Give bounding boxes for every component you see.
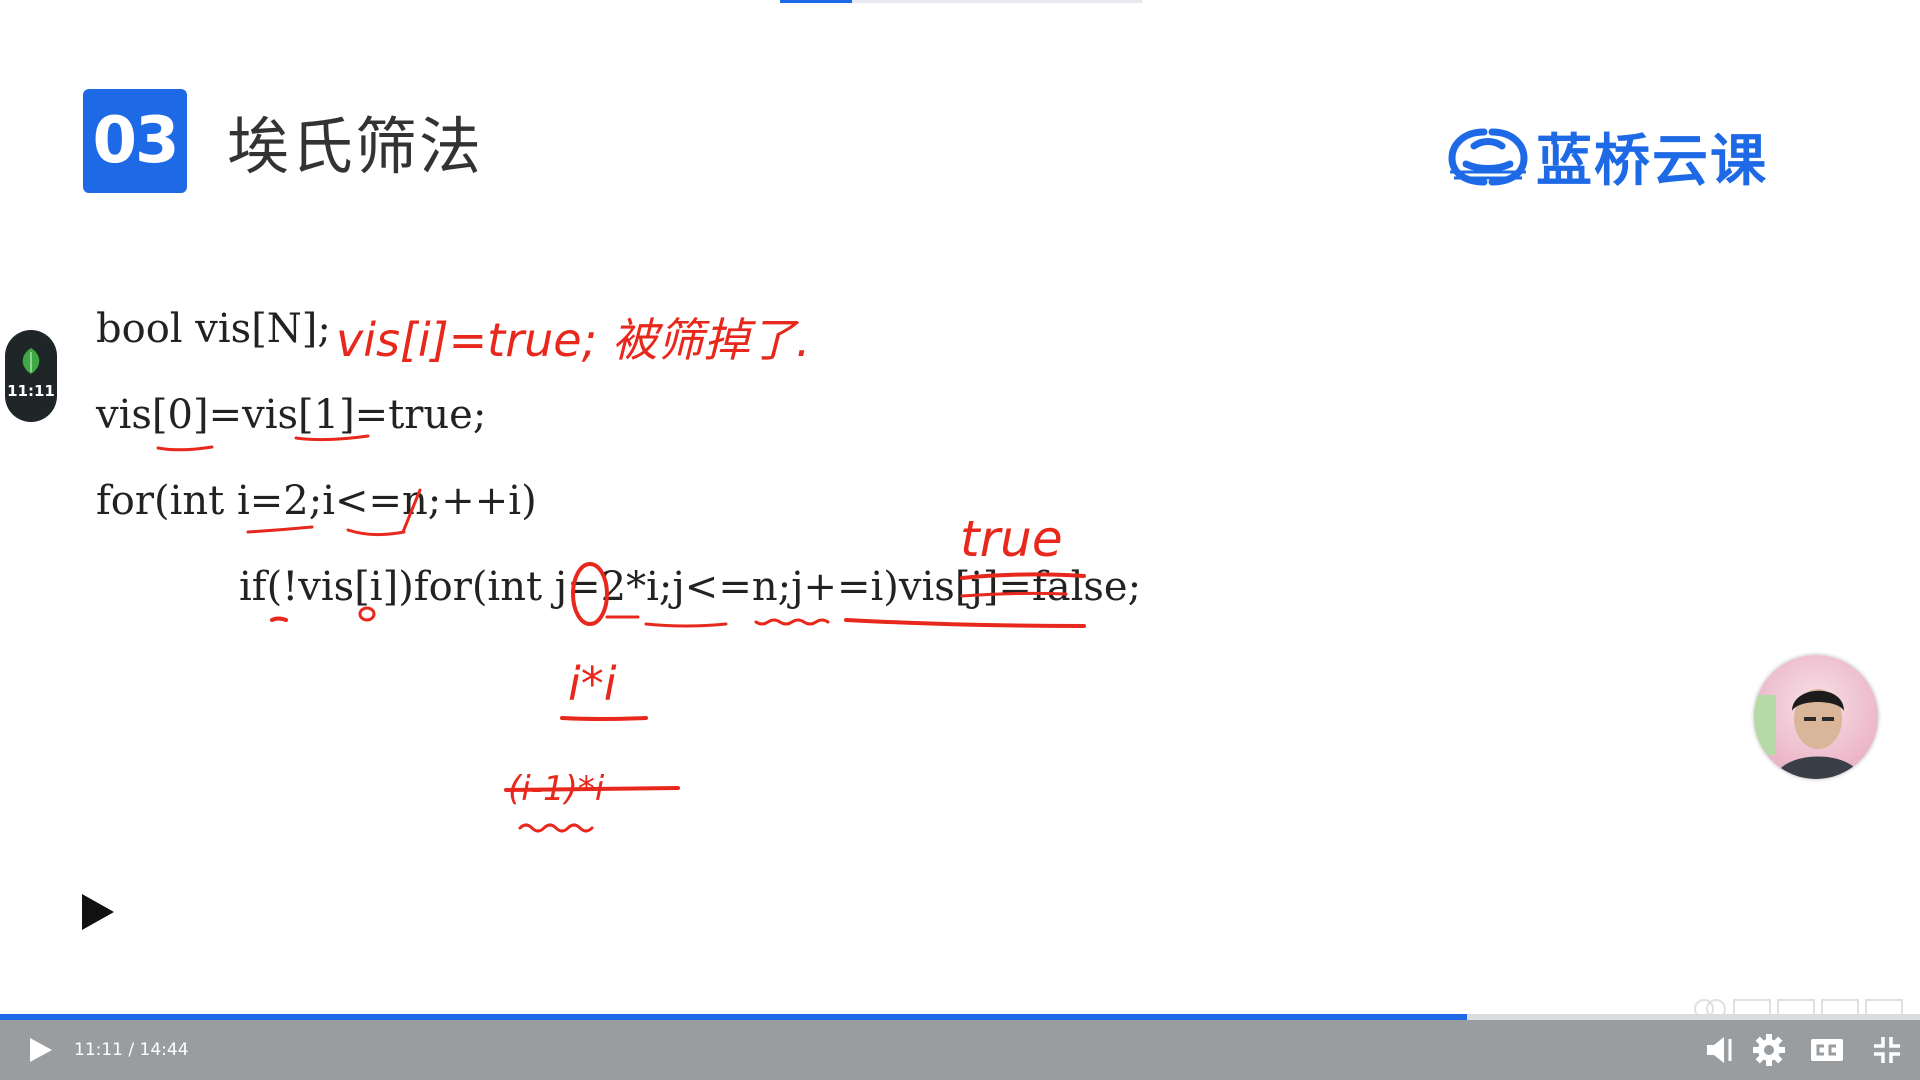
presenter-image [1754,655,1878,779]
slide-play-icon[interactable] [80,892,116,932]
play-icon[interactable] [26,1036,54,1064]
section-number-badge: 03 [83,89,187,193]
player-control-bar: 11:11 / 14:44 [0,1020,1920,1080]
underline-le-n [346,528,406,537]
underline-i-2 [246,525,314,534]
presenter-webcam [1754,655,1878,779]
wavy-j-plus-i [754,618,830,626]
underline-vis-j [844,618,1086,628]
underline-i-star-i [560,716,648,721]
annotation-note: vis[i]=true; 被筛掉了. [336,313,810,367]
annotation-crossed-hint: (i-1)*i [508,769,605,809]
strike-crossed-hint [504,786,680,792]
top-tab-indicator [780,0,1142,3]
code-line-4: if(!vis[i])for(int j=2*i;j<=n;j+=i)vis[j… [239,564,1142,610]
gear-icon[interactable] [1752,1033,1786,1067]
code-line-2: vis[0]=vis[1]=true; [96,392,487,438]
captions-icon[interactable] [1810,1033,1844,1067]
timer-label: 11:11 [7,382,55,400]
time-display: 11:11 / 14:44 [74,1040,189,1060]
leaf-icon [22,348,40,374]
code-line-1: bool vis[N]; [96,306,331,352]
mark-bang [270,616,288,622]
code-line-3: for(int i=2;i<=n;++i) [96,478,537,524]
brand-name: 蓝桥云课 [1536,128,1768,194]
underline-j-le-n [644,622,728,628]
volume-icon[interactable] [1704,1033,1738,1067]
wavy-crossed-hint [518,823,594,833]
slide-title: 埃氏筛法 [227,110,484,183]
exit-fullscreen-icon[interactable] [1870,1033,1904,1067]
annotation-replacement: true [960,510,1063,568]
underline-0 [156,445,214,452]
timer-widget[interactable]: 11:11 [5,330,57,422]
slide-header: 03 埃氏筛法 [83,89,483,193]
brand-logo-icon [1448,128,1528,186]
annotation-start-hint: i*i [568,657,617,711]
top-tab-active [780,0,852,3]
brand: 蓝桥云课 [1444,122,1768,194]
